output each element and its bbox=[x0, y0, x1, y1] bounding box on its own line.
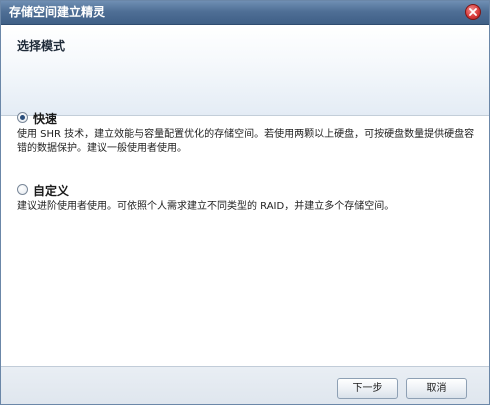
close-button[interactable] bbox=[465, 4, 481, 20]
mode-options: 快速 使用 SHR 技术，建立效能与容量配置优化的存储空间。若使用两颗以上硬盘，… bbox=[1, 112, 489, 366]
custom-radio[interactable] bbox=[17, 184, 28, 195]
wizard-header: 选择模式 bbox=[1, 25, 489, 116]
title-bar[interactable]: 存储空间建立精灵 bbox=[1, 1, 489, 25]
quick-label[interactable]: 快速 bbox=[33, 110, 57, 127]
custom-description: 建议进阶使用者使用。可依照个人需求建立不同类型的 RAID，并建立多个存储空间。 bbox=[17, 201, 395, 212]
next-button[interactable]: 下一步 bbox=[337, 378, 398, 399]
close-icon bbox=[469, 8, 477, 16]
wizard-footer: 下一步 取消 bbox=[1, 366, 489, 404]
window-title: 存储空间建立精灵 bbox=[9, 5, 106, 19]
quick-radio[interactable] bbox=[17, 112, 28, 123]
wizard-window: 存储空间建立精灵 选择模式 快速 使用 SHR 技术，建立效能与容量配置优化的存… bbox=[0, 0, 490, 405]
custom-label[interactable]: 自定义 bbox=[33, 182, 69, 199]
step-title: 选择模式 bbox=[17, 39, 66, 53]
quick-description: 使用 SHR 技术，建立效能与容量配置优化的存储空间。若使用两颗以上硬盘，可按硬… bbox=[17, 129, 475, 154]
cancel-button[interactable]: 取消 bbox=[406, 378, 467, 399]
